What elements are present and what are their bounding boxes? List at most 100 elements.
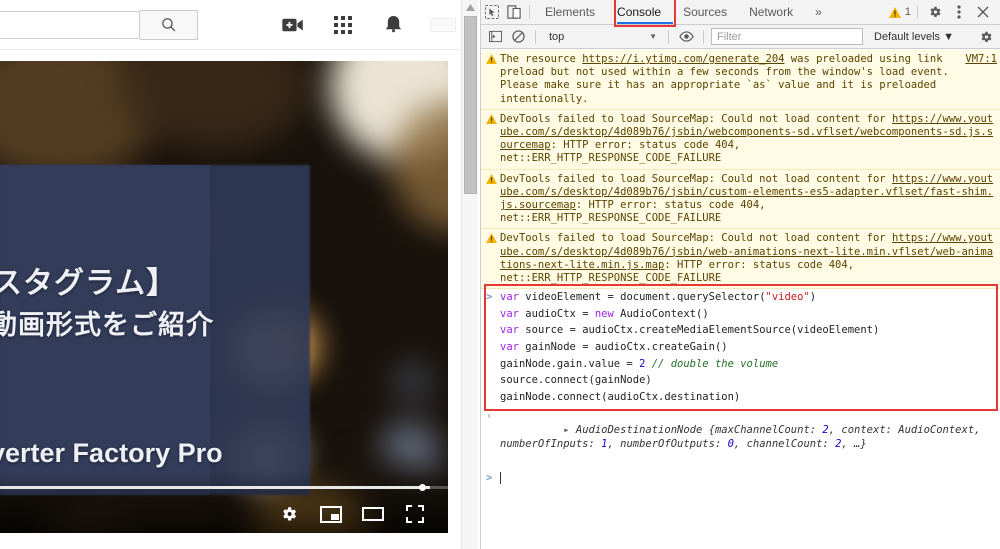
tab-more[interactable]: » [804, 0, 833, 24]
warning-count-value: 1 [904, 6, 911, 18]
chevron-down-icon: ▼ [649, 32, 657, 41]
youtube-search [0, 9, 198, 40]
console-input-line: source.connect(gainNode) [481, 372, 1000, 389]
warning-text: DevTools failed to load SourceMap: Could… [500, 112, 994, 165]
clear-console-button[interactable] [508, 27, 528, 47]
warning-triangle-icon [486, 113, 500, 166]
tab-console[interactable]: Console [606, 0, 672, 24]
live-expression-button[interactable] [676, 27, 696, 47]
fullscreen-icon [406, 505, 424, 523]
code-text: source.connect(gainNode) [500, 374, 652, 387]
youtube-header [0, 0, 460, 50]
create-video-button[interactable] [280, 12, 306, 38]
video-progress-bar[interactable] [0, 484, 448, 491]
toolbar-divider-2 [917, 5, 918, 19]
close-devtools-button[interactable] [972, 0, 994, 24]
log-levels-select[interactable]: Default levels ▼ [874, 31, 954, 43]
notifications-button[interactable] [380, 12, 406, 38]
console-prompt-row[interactable]: > [481, 469, 1000, 487]
clear-console-icon [511, 30, 525, 43]
warning-count-badge[interactable]: 1 [888, 6, 911, 18]
scrollbar-thumb[interactable] [464, 16, 477, 194]
console-input-line: gainNode.connect(audioCtx.destination) [481, 389, 1000, 406]
warning-text: DevTools failed to load SourceMap: Could… [500, 172, 994, 225]
filter-divider-2 [668, 29, 669, 44]
inspect-element-icon [485, 5, 499, 19]
inspect-element-button[interactable] [481, 0, 503, 24]
warning-triangle-icon [486, 54, 500, 106]
console-input-line: var gainNode = audioCtx.createGain() [481, 339, 1000, 356]
console-warnings: VM7:1 The resource https://i.ytimg.com/ge… [481, 50, 1000, 290]
filter-input[interactable] [711, 28, 863, 45]
gear-icon-2 [981, 31, 992, 42]
fullscreen-button[interactable] [404, 503, 426, 525]
gear-icon [930, 6, 941, 18]
notifications-bell-icon [385, 15, 401, 32]
input-arrow-icon [486, 307, 500, 322]
warning-text: DevTools failed to load SourceMap: Could… [500, 232, 994, 285]
create-video-icon [282, 18, 303, 32]
execution-context-value: top [549, 30, 565, 43]
theater-mode-button[interactable] [362, 503, 384, 525]
filter-divider [535, 29, 536, 44]
warning-text: VM7:1 The resource https://i.ytimg.com/ge… [500, 53, 997, 105]
url-link[interactable]: https://www.youtube.com/s/desktop/4d089b… [500, 113, 993, 151]
active-tab-underline [617, 22, 673, 24]
execution-context-select[interactable]: top ▼ [543, 28, 661, 46]
devtools-tabbar: Elements Console Sources Network » 1 [481, 0, 1000, 27]
console-warning-row[interactable]: DevTools failed to load SourceMap: Could… [481, 169, 1000, 230]
device-toolbar-icon [507, 5, 521, 19]
device-toolbar-button[interactable] [503, 0, 525, 24]
input-arrow-icon [486, 340, 500, 355]
url-link[interactable]: https://www.youtube.com/s/desktop/4d089b… [500, 173, 993, 211]
console-warning-row[interactable]: DevTools failed to load SourceMap: Could… [481, 229, 1000, 290]
url-link[interactable]: https://i.ytimg.com/generate_204 [582, 53, 784, 65]
avatar [430, 18, 456, 32]
code-text: var gainNode = audioCtx.createGain() [500, 341, 728, 354]
warning-triangle-icon [486, 233, 500, 285]
log-levels-value: Default levels [874, 30, 941, 43]
console-warning-row[interactable]: DevTools failed to load SourceMap: Could… [481, 109, 1000, 170]
console-result-text: ▸ AudioDestinationNode {maxChannelCount:… [500, 424, 987, 451]
more-options-button[interactable] [948, 0, 970, 24]
devtools-settings-button[interactable] [924, 0, 946, 24]
code-text: gainNode.gain.value = 2 // double the vo… [500, 357, 779, 370]
console-settings-button[interactable] [976, 27, 996, 47]
scrollbar-up-arrow[interactable] [462, 0, 479, 15]
tab-elements[interactable]: Elements [534, 0, 606, 24]
filter-divider-3 [703, 29, 704, 44]
miniplayer-button[interactable] [320, 503, 342, 525]
console-input-line: var source = audioCtx.createMediaElement… [481, 322, 1000, 339]
video-progress-fill [0, 484, 431, 491]
console-input-line: gainNode.gain.value = 2 // double the vo… [481, 356, 1000, 373]
close-icon [977, 6, 989, 18]
expand-triangle-icon[interactable]: ▸ [563, 424, 576, 436]
prompt-symbol: > [486, 472, 493, 485]
avatar-button[interactable] [430, 12, 456, 38]
text-caret [500, 472, 501, 485]
chevron-up-icon [466, 4, 475, 11]
video-player[interactable]: スタグラム】 動画形式をご紹介 verter Factory Pro [0, 61, 448, 533]
input-arrow-icon [486, 390, 500, 405]
apps-button[interactable] [330, 12, 356, 38]
source-link[interactable]: VM7:1 [965, 53, 997, 66]
console-sidebar-button[interactable] [485, 27, 505, 47]
search-icon [162, 18, 176, 32]
tab-network[interactable]: Network [738, 0, 804, 24]
url-link[interactable]: https://www.youtube.com/s/desktop/4d089b… [500, 232, 993, 270]
video-control-buttons [278, 503, 426, 525]
result-arrow-icon: ‹ [486, 410, 493, 423]
console-message-list[interactable]: VM7:1 The resource https://i.ytimg.com/ge… [481, 50, 1000, 549]
console-input-line: > var videoElement = document.querySelect… [481, 289, 1000, 306]
video-settings-button[interactable] [278, 503, 300, 525]
search-button[interactable] [140, 9, 198, 40]
tab-sources[interactable]: Sources [672, 0, 738, 24]
video-title-line3: verter Factory Pro [0, 438, 223, 468]
console-warning-row[interactable]: VM7:1 The resource https://i.ytimg.com/ge… [481, 50, 1000, 110]
code-text: var source = audioCtx.createMediaElement… [500, 324, 880, 337]
page-scrollbar[interactable] [461, 0, 478, 549]
console-input-echo: > var videoElement = document.querySelect… [481, 289, 1000, 405]
console-result-row[interactable]: ‹ ▸ AudioDestinationNode {maxChannelCoun… [481, 405, 1000, 469]
console-sidebar-icon [488, 30, 502, 43]
search-input[interactable] [0, 10, 140, 39]
